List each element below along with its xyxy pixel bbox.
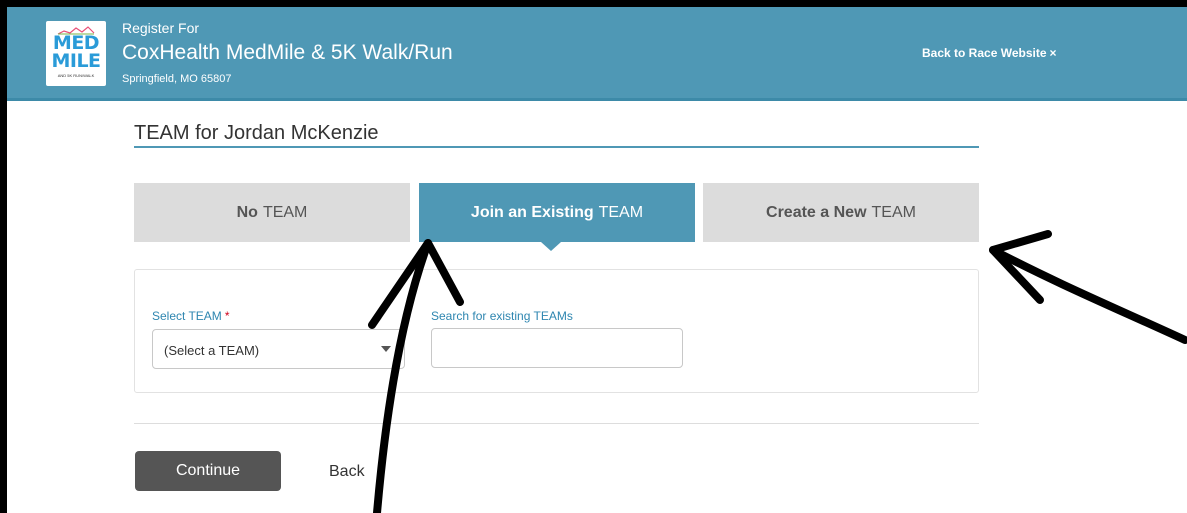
close-icon: × <box>1049 46 1057 60</box>
register-for-label: Register For <box>122 20 200 36</box>
tab-join-bold: Join an Existing <box>470 203 594 221</box>
active-tab-caret-icon <box>541 242 561 251</box>
tab-create-bold: Create a New <box>766 203 867 221</box>
continue-button[interactable]: Continue <box>135 451 281 491</box>
search-teams-input[interactable] <box>431 328 683 368</box>
race-location: Springfield, MO 65807 <box>122 73 232 85</box>
back-button[interactable]: Back <box>329 463 365 481</box>
race-title: CoxHealth MedMile & 5K Walk/Run <box>122 41 453 64</box>
required-mark: * <box>224 309 230 323</box>
logo-subtitle: AND 5K RUN/WALK <box>57 73 95 78</box>
tab-create-rest: TEAM <box>871 203 916 221</box>
select-team-label-text: Select TEAM <box>152 309 222 323</box>
tab-create-new-team[interactable]: Create a New TEAM <box>703 183 979 242</box>
logo-mile: MILE <box>51 50 101 72</box>
search-teams-label: Search for existing TEAMs <box>431 309 573 323</box>
title-divider <box>134 146 979 148</box>
tab-no-team-bold: No <box>236 203 258 221</box>
medmile-logo: MED MILE AND 5K RUN/WALK <box>46 21 106 86</box>
race-header: MED MILE AND 5K RUN/WALK Register For Co… <box>7 7 1187 101</box>
tab-no-team-rest: TEAM <box>262 203 308 221</box>
page-title: TEAM for Jordan McKenzie <box>134 122 379 144</box>
back-link-label: Back to Race Website <box>922 46 1047 60</box>
tab-join-existing-team[interactable]: Join an Existing TEAM <box>419 183 695 242</box>
caret-down-icon <box>381 346 391 352</box>
actions-divider <box>134 423 979 424</box>
page-frame: MED MILE AND 5K RUN/WALK Register For Co… <box>7 7 1187 513</box>
select-team-label: Select TEAM * <box>152 309 229 323</box>
tab-join-rest: TEAM <box>598 203 644 221</box>
back-to-race-website-link[interactable]: Back to Race Website × <box>922 46 1057 60</box>
select-team-value: (Select a TEAM) <box>164 343 260 358</box>
select-team-dropdown[interactable]: (Select a TEAM) <box>152 329 405 369</box>
tab-no-team[interactable]: No TEAM <box>134 183 410 242</box>
